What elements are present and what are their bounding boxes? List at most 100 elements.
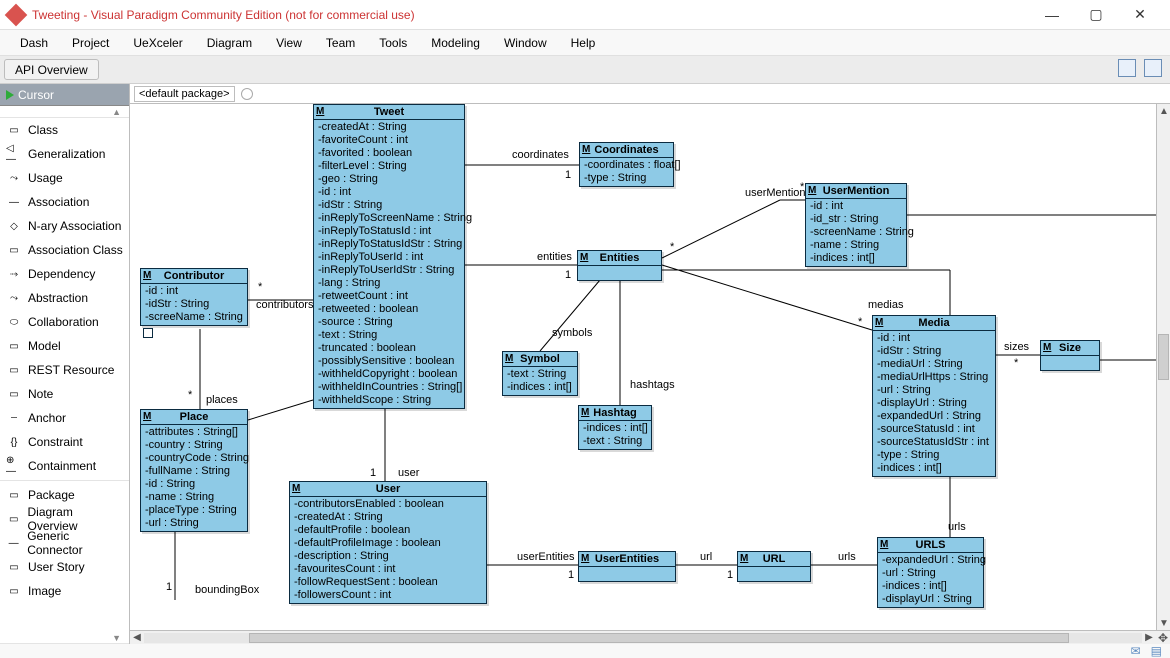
class-attribute: -inReplyToUserIdStr : String (318, 264, 460, 277)
status-bar: ✉ ▤ (0, 644, 1170, 658)
edge-label-contributors: contributors (256, 299, 314, 311)
class-userentities[interactable]: MUserEntities (578, 551, 676, 582)
class-entities[interactable]: MEntities (577, 250, 662, 281)
edge-label-star: * (670, 241, 675, 253)
class-contributor[interactable]: MContributor-id : int-idStr : String-scr… (140, 268, 248, 326)
breadcrumb-search-icon[interactable] (241, 88, 253, 100)
palette-item-generalization[interactable]: ◁—Generalization (0, 142, 129, 166)
class-user[interactable]: MUser-contributorsEnabled : boolean-crea… (289, 481, 487, 604)
status-icon[interactable]: ▤ (1151, 644, 1162, 658)
palette-item-class[interactable]: ▭Class (0, 118, 129, 142)
menu-view[interactable]: View (264, 30, 314, 55)
horizontal-scrollbar[interactable]: ◀ ▶ ✥ (130, 630, 1170, 644)
class-attribute: -text : String (318, 329, 460, 342)
palette-item-association[interactable]: —Association (0, 190, 129, 214)
maximize-button[interactable]: ▢ (1074, 1, 1118, 29)
scroll-right-icon[interactable]: ▶ (1142, 631, 1156, 645)
menu-diagram[interactable]: Diagram (195, 30, 264, 55)
palette-item-n-ary-association[interactable]: ◇N-ary Association (0, 214, 129, 238)
scroll-left-icon[interactable]: ◀ (130, 631, 144, 645)
class-attribute: -indices : int[] (882, 580, 979, 593)
menu-help[interactable]: Help (559, 30, 608, 55)
edge-label-star: * (188, 389, 193, 401)
class-symbol[interactable]: MSymbol-text : String-indices : int[] (502, 351, 578, 396)
class-attribute: -coordinates : float[] (584, 159, 669, 172)
note-fold-icon (143, 328, 153, 338)
class-attribute: -inReplyToUserId : int (318, 251, 460, 264)
toolbar-icon-2[interactable] (1144, 59, 1162, 77)
palette-item-user-story[interactable]: ▭User Story (0, 555, 129, 579)
class-tweet[interactable]: MTweet-createdAt : String-favoriteCount … (313, 104, 465, 409)
class-url[interactable]: MURL (737, 551, 811, 582)
class-place[interactable]: MPlace-attributes : String[]-country : S… (140, 409, 248, 532)
palette-item-generic-connector[interactable]: —Generic Connector (0, 531, 129, 555)
pan-icon[interactable]: ✥ (1156, 631, 1170, 645)
palette-item-image[interactable]: ▭Image (0, 579, 129, 603)
palette-cursor[interactable]: Cursor (0, 84, 129, 106)
palette-item-containment[interactable]: ⊕—Containment (0, 454, 129, 478)
class-attribute: -attributes : String[] (145, 426, 243, 439)
menu-uexceler[interactable]: UeXceler (121, 30, 194, 55)
vertical-scrollbar[interactable]: ▲ ▼ (1156, 104, 1170, 630)
title-bar: Tweeting - Visual Paradigm Community Edi… (0, 0, 1170, 30)
palette-label: Model (28, 339, 61, 353)
menu-tools[interactable]: Tools (367, 30, 419, 55)
palette-icon: ▭ (6, 488, 22, 502)
edge-label-star: * (258, 281, 263, 293)
palette-item-diagram-overview[interactable]: ▭Diagram Overview (0, 507, 129, 531)
palette-label: Dependency (28, 267, 95, 281)
mail-icon[interactable]: ✉ (1131, 644, 1141, 658)
class-attribute: -url : String (145, 517, 243, 530)
edge-label-url: url (700, 551, 712, 563)
class-attribute: -source : String (318, 316, 460, 329)
class-hashtag[interactable]: MHashtag-indices : int[]-text : String (578, 405, 652, 450)
vscroll-thumb[interactable] (1158, 334, 1169, 380)
class-media[interactable]: MMedia-id : int-idStr : String-mediaUrl … (872, 315, 996, 477)
tab-api-overview[interactable]: API Overview (4, 59, 99, 80)
palette-item-rest-resource[interactable]: ▭REST Resource (0, 358, 129, 382)
class-attribute: -createdAt : String (318, 121, 460, 134)
palette-item-dependency[interactable]: ⤑Dependency (0, 262, 129, 286)
palette-item-note[interactable]: ▭Note (0, 382, 129, 406)
class-attribute: -idStr : String (318, 199, 460, 212)
class-attribute: -withheldInCountries : String[] (318, 381, 460, 394)
palette-label: Association (28, 195, 89, 209)
palette-collapse-bottom[interactable]: ▼ (0, 632, 129, 644)
palette-item-anchor[interactable]: ┄Anchor (0, 406, 129, 430)
palette-item-model[interactable]: ▭Model (0, 334, 129, 358)
class-size[interactable]: MSize (1040, 340, 1100, 371)
menu-dash[interactable]: Dash (8, 30, 60, 55)
palette-collapse-top[interactable]: ▲ (0, 106, 129, 118)
palette-item-usage[interactable]: ⤳Usage (0, 166, 129, 190)
diagram-canvas[interactable]: coordinates1entities1userMentions*contri… (130, 104, 1170, 630)
menu-project[interactable]: Project (60, 30, 121, 55)
class-coordinates[interactable]: MCoordinates-coordinates : float[]-type … (579, 142, 674, 187)
minimize-button[interactable]: — (1030, 1, 1074, 29)
breadcrumb-default-package[interactable]: <default package> (134, 86, 235, 102)
edge-label-one: 1 (565, 169, 571, 181)
class-attribute: -lang : String (318, 277, 460, 290)
class-attribute: -truncated : boolean (318, 342, 460, 355)
class-attribute: -id_str : String (810, 213, 902, 226)
palette-item-collaboration[interactable]: ⬭Collaboration (0, 310, 129, 334)
class-header: MHashtag (579, 406, 651, 421)
edge-label-userEntities: userEntities (517, 551, 575, 563)
class-urls[interactable]: MURLS-expandedUrl : String-url : String-… (877, 537, 984, 608)
class-usermention[interactable]: MUserMention-id : int-id_str : String-sc… (805, 183, 907, 267)
menu-team[interactable]: Team (314, 30, 367, 55)
menu-window[interactable]: Window (492, 30, 559, 55)
edge-label-hashtags: hashtags (630, 379, 675, 391)
close-button[interactable]: ✕ (1118, 1, 1162, 29)
scroll-up-icon[interactable]: ▲ (1157, 104, 1170, 118)
scroll-down-icon[interactable]: ▼ (1157, 616, 1170, 630)
edge-label-star: * (858, 316, 863, 328)
palette-item-abstraction[interactable]: ⤳Abstraction (0, 286, 129, 310)
palette-item-association-class[interactable]: ▭Association Class (0, 238, 129, 262)
toolbar-icon-1[interactable] (1118, 59, 1136, 77)
class-attribute: -mediaUrlHttps : String (877, 371, 991, 384)
palette-item-constraint[interactable]: {}Constraint (0, 430, 129, 454)
palette-item-package[interactable]: ▭Package (0, 483, 129, 507)
hscroll-thumb[interactable] (249, 633, 1069, 643)
class-header: MURLS (878, 538, 983, 553)
menu-modeling[interactable]: Modeling (419, 30, 492, 55)
